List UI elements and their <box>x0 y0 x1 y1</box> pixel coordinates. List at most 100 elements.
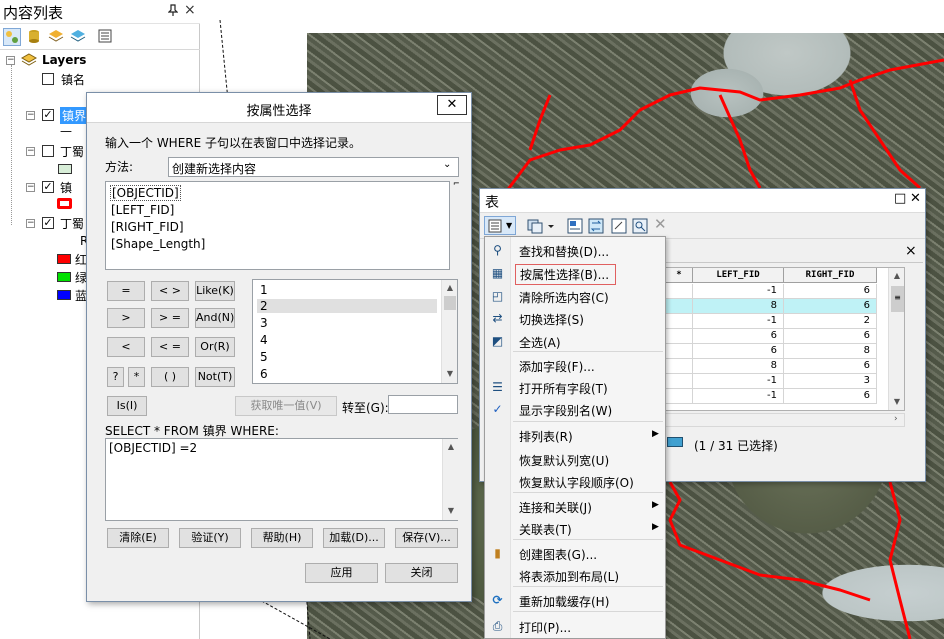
cell-left-fid[interactable]: 8 <box>693 359 784 374</box>
menu-item[interactable]: 排列表(R) ▶ <box>485 424 665 446</box>
horizontal-scrollbar[interactable]: › <box>665 413 905 427</box>
layer-checkbox[interactable]: ✓ <box>42 181 54 193</box>
scroll-thumb[interactable]: ≡ <box>891 286 904 312</box>
operator-and-button[interactable]: And(N) <box>195 308 235 328</box>
scroll-up-icon[interactable]: ▲ <box>444 282 456 294</box>
scroll-down-icon[interactable]: ▼ <box>891 396 903 408</box>
expand-toggle[interactable]: − <box>26 147 35 156</box>
list-by-selection-icon[interactable] <box>70 28 88 46</box>
table-title-bar[interactable]: 表 □ ✕ <box>480 189 925 213</box>
value-item[interactable]: 4 <box>260 333 268 347</box>
layer-label[interactable]: 丁蜀 <box>60 215 84 232</box>
layer-label[interactable]: 镇 <box>60 179 72 196</box>
menu-item[interactable]: 恢复默认列宽(U) <box>485 448 665 470</box>
cell-left-fid[interactable]: -1 <box>693 389 784 404</box>
operator-or-button[interactable]: Or(R) <box>195 337 235 357</box>
field-item[interactable]: [Shape_Length] <box>111 237 205 251</box>
operator-less-equal-button[interactable]: < = <box>151 337 189 357</box>
layer-label[interactable]: 镇名 <box>61 71 85 88</box>
field-list[interactable]: [OBJECTID] [LEFT_FID] [RIGHT_FID] [Shape… <box>105 181 450 270</box>
operator-question-button[interactable]: ? <box>107 367 124 387</box>
layer-label[interactable]: 丁蜀 <box>60 143 84 160</box>
row-selector[interactable] <box>666 299 693 314</box>
row-selector[interactable] <box>666 284 693 299</box>
menu-item[interactable]: ▦ 按属性选择(B)... <box>485 262 665 285</box>
row-selector[interactable] <box>666 329 693 344</box>
dialog-close-button[interactable]: ✕ <box>437 95 467 115</box>
attribute-grid[interactable]: * LEFT_FID RIGHT_FID -1 6 8 6 -1 2 6 6 6 8 8 6 -1 3 -1… <box>665 267 905 411</box>
load-button[interactable]: 加载(D)... <box>323 528 385 548</box>
expand-toggle[interactable]: − <box>26 183 35 192</box>
operator-not-equal-button[interactable]: < > <box>151 281 189 301</box>
tab-close-button[interactable]: × <box>905 243 917 259</box>
operator-not-button[interactable]: Not(T) <box>195 367 235 387</box>
select-by-attributes-icon[interactable] <box>566 217 584 235</box>
expand-toggle[interactable]: − <box>26 219 35 228</box>
cell-right-fid[interactable]: 8 <box>784 344 877 359</box>
table-options-button[interactable]: ▼ <box>484 216 516 235</box>
dialog-title-bar[interactable]: 按属性选择 ✕ <box>87 93 471 123</box>
cell-left-fid[interactable]: -1 <box>693 374 784 389</box>
options-icon[interactable] <box>97 28 115 46</box>
switch-selection-icon[interactable] <box>587 217 605 235</box>
list-by-source-icon[interactable] <box>26 28 44 46</box>
menu-item[interactable]: ☰ 打开所有字段(T) <box>485 376 665 398</box>
scroll-down-icon[interactable]: ▼ <box>445 505 457 517</box>
list-by-drawing-order-icon[interactable] <box>3 28 21 46</box>
goto-input[interactable] <box>388 395 458 414</box>
menu-item[interactable]: ▮ 创建图表(G)... <box>485 542 665 564</box>
row-selector[interactable] <box>666 344 693 359</box>
delete-selected-icon[interactable]: ✕ <box>654 215 667 233</box>
zoom-to-selected-icon[interactable] <box>631 217 649 235</box>
pin-icon[interactable] <box>167 4 179 19</box>
toc-close-button[interactable]: × <box>184 2 196 18</box>
menu-item[interactable]: 关联表(T) ▶ <box>485 517 665 539</box>
scroll-down-icon[interactable]: ▼ <box>444 368 456 380</box>
layer-label-selected[interactable]: 镇界 <box>60 107 89 124</box>
value-item-selected[interactable]: 2 <box>257 299 437 313</box>
layer-checkbox[interactable]: ✓ <box>42 109 54 121</box>
cell-right-fid[interactable]: 6 <box>784 359 877 374</box>
field-item[interactable]: [RIGHT_FID] <box>111 220 184 234</box>
scroll-up-icon[interactable]: ▲ <box>891 270 903 282</box>
table-close-button[interactable]: ✕ <box>910 191 921 206</box>
row-selector[interactable] <box>666 359 693 374</box>
layer-checkbox[interactable]: ✓ <box>42 217 54 229</box>
menu-item[interactable]: ⇄ 切换选择(S) <box>485 307 665 329</box>
restore-button[interactable]: □ <box>894 191 906 206</box>
row-selector[interactable] <box>666 374 693 389</box>
cell-right-fid[interactable]: 2 <box>784 314 877 329</box>
cell-right-fid[interactable]: 6 <box>784 284 877 299</box>
operator-greater-equal-button[interactable]: > = <box>151 308 189 328</box>
scroll-up-icon[interactable]: ▲ <box>445 441 457 453</box>
clear-button[interactable]: 清除(E) <box>107 528 169 548</box>
value-item[interactable]: 3 <box>260 316 268 330</box>
related-tables-icon[interactable] <box>526 217 556 235</box>
menu-item[interactable]: ◩ 全选(A) <box>485 330 665 352</box>
values-scrollbar[interactable]: ▲ ▼ <box>441 280 457 383</box>
save-button[interactable]: 保存(V)... <box>395 528 458 548</box>
field-item[interactable]: [OBJECTID] <box>110 185 181 201</box>
cell-right-fid[interactable]: 3 <box>784 374 877 389</box>
help-button[interactable]: 帮助(H) <box>251 528 313 548</box>
menu-item[interactable]: ⎙ 打印(P)... <box>485 615 665 637</box>
get-unique-values-button[interactable]: 获取唯一值(V) <box>235 396 337 416</box>
expand-toggle[interactable]: − <box>26 111 35 120</box>
list-menu-icon[interactable]: ⌐ <box>453 179 460 188</box>
cell-left-fid[interactable]: 6 <box>693 329 784 344</box>
cell-right-fid[interactable]: 6 <box>784 329 877 344</box>
verify-button[interactable]: 验证(Y) <box>179 528 241 548</box>
field-item[interactable]: [LEFT_FID] <box>111 203 174 217</box>
scroll-right-icon[interactable]: › <box>894 414 898 424</box>
where-clause-input[interactable]: [OBJECTID] =2 ▲ ▼ <box>105 438 458 521</box>
expression-scrollbar[interactable]: ▲ ▼ <box>442 439 458 520</box>
operator-greater-button[interactable]: > <box>107 308 145 328</box>
value-item[interactable]: 6 <box>260 367 268 381</box>
menu-item[interactable]: ⟳ 重新加载缓存(H) <box>485 589 665 611</box>
row-selector[interactable] <box>666 314 693 329</box>
table-view-icon[interactable] <box>667 437 683 447</box>
cell-right-fid[interactable]: 6 <box>784 299 877 314</box>
cell-left-fid[interactable]: 8 <box>693 299 784 314</box>
cell-left-fid[interactable]: -1 <box>693 284 784 299</box>
cell-left-fid[interactable]: -1 <box>693 314 784 329</box>
